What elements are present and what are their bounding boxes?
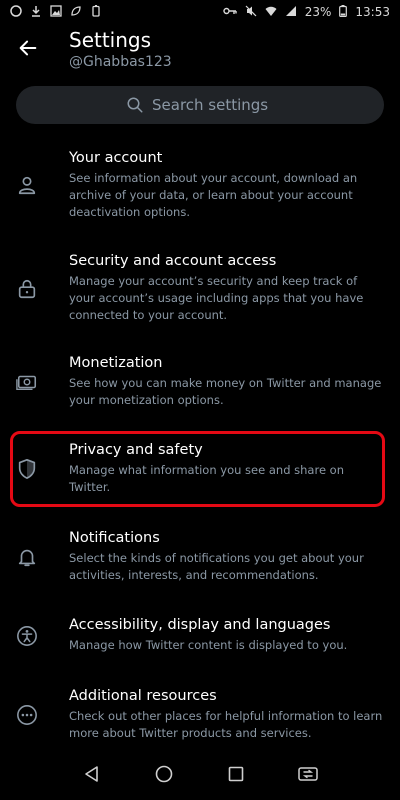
settings-item-description: Manage what information you see and shar… [69, 463, 345, 494]
settings-item-description: See information about your account, down… [69, 171, 358, 219]
username: @Ghabbas123 [69, 54, 172, 70]
bell-icon [14, 544, 40, 570]
wifi-icon [265, 5, 277, 20]
settings-item-accessibility[interactable]: Accessibility, display and languages Man… [0, 617, 400, 657]
signal-icon [285, 5, 297, 20]
more-icon [14, 702, 40, 728]
settings-item-additional-resources[interactable]: Additional resources Check out other pla… [0, 688, 400, 743]
nav-switch-app-button[interactable] [294, 760, 322, 788]
image-icon [50, 4, 62, 20]
settings-item-title: Monetization [69, 355, 163, 371]
nav-recents-button[interactable] [222, 760, 250, 788]
header: Settings @Ghabbas123 [0, 24, 400, 80]
settings-item-description: See how you can make money on Twitter an… [69, 376, 382, 407]
triangle-back-icon [83, 765, 101, 783]
nav-home-button[interactable] [150, 760, 178, 788]
circle-home-icon [154, 764, 174, 784]
search-icon [126, 96, 144, 114]
settings-item-title: Your account [69, 150, 163, 166]
arrow-left-icon [17, 37, 39, 59]
status-bar: 23% 13:53 [0, 0, 400, 24]
lock-icon [14, 276, 40, 302]
battery-percent: 23% [304, 5, 332, 19]
settings-item-title: Privacy and safety [69, 442, 203, 458]
status-left [10, 4, 102, 20]
settings-item-title: Additional resources [69, 688, 217, 704]
switch-app-icon [297, 765, 319, 783]
status-right: 23% 13:53 [223, 4, 390, 20]
settings-item-description: Manage how Twitter content is displayed … [69, 638, 348, 652]
settings-item-title: Notifications [69, 530, 160, 546]
search-input[interactable] [150, 95, 274, 115]
back-button[interactable] [14, 34, 42, 62]
leaf-icon [70, 5, 82, 20]
system-nav-bar [0, 748, 400, 800]
battery-saver-icon [90, 4, 102, 20]
settings-item-description: Manage your account’s security and keep … [69, 274, 364, 322]
money-icon [14, 369, 40, 395]
settings-item-description: Select the kinds of notifications you ge… [69, 551, 364, 582]
mute-icon [245, 5, 257, 20]
settings-item-description: Check out other places for helpful infor… [69, 709, 383, 740]
settings-item-title: Security and account access [69, 253, 277, 269]
nav-back-button[interactable] [78, 760, 106, 788]
settings-item-title: Accessibility, display and languages [69, 617, 331, 633]
accessibility-icon [14, 623, 40, 649]
shield-icon [14, 456, 40, 482]
clock: 13:53 [355, 5, 390, 19]
battery-icon [339, 4, 348, 20]
settings-item-privacy[interactable]: Privacy and safety Manage what informati… [0, 442, 400, 497]
page-title: Settings [69, 28, 152, 52]
download-icon [30, 5, 42, 20]
square-recents-icon [227, 765, 245, 783]
settings-item-your-account[interactable]: Your account See information about your … [0, 150, 400, 220]
settings-item-monetization[interactable]: Monetization See how you can make money … [0, 355, 400, 410]
search-bar[interactable] [16, 86, 384, 124]
key-icon [223, 5, 237, 20]
person-icon [14, 172, 40, 198]
settings-item-security[interactable]: Security and account access Manage your … [0, 253, 400, 323]
settings-item-notifications[interactable]: Notifications Select the kinds of notifi… [0, 530, 400, 585]
whatsapp-icon [10, 4, 22, 20]
